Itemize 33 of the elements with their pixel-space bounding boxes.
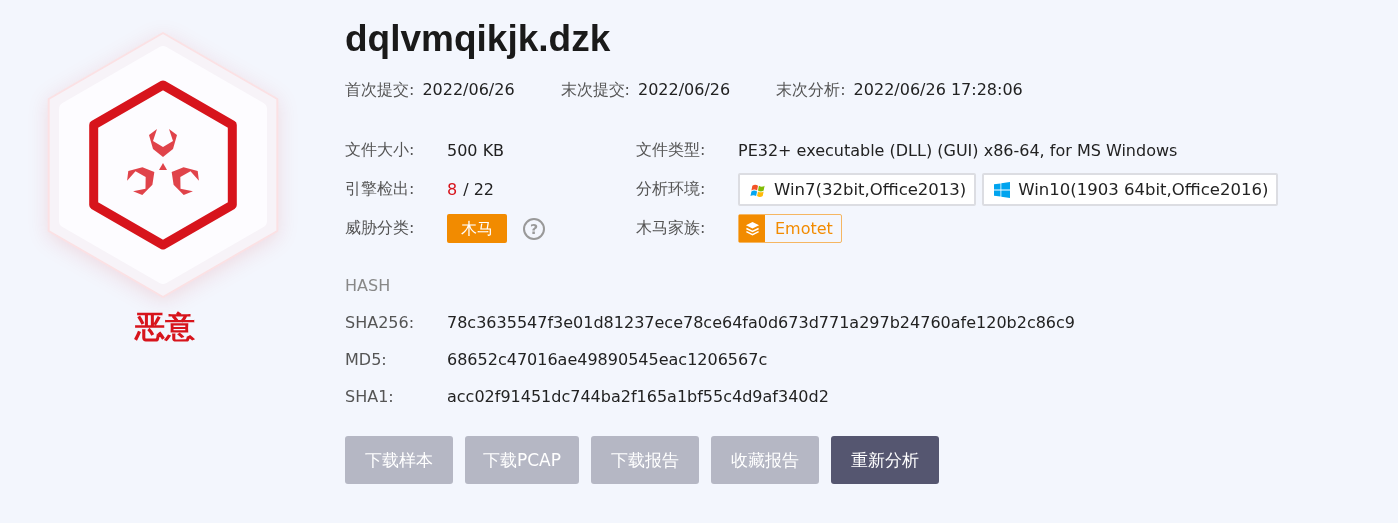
environment-tag: Win7(32bit,Office2013): [738, 173, 977, 206]
file-name: dqlvmqikjk.dzk: [345, 18, 612, 60]
field-label: 首次提交:: [345, 80, 415, 101]
field-label: 分析环境:: [636, 179, 707, 200]
hash-value: acc02f91451dc744ba2f165a1bf55c4d9af340d2: [447, 387, 829, 406]
field-label: 木马家族:: [636, 218, 707, 239]
field-label: 末次分析:: [776, 80, 846, 101]
windows-logo-icon: [994, 181, 1011, 198]
hash-value: 68652c47016ae49890545eac1206567c: [447, 350, 768, 369]
field-label: SHA1:: [345, 387, 395, 406]
environment-tag: Win10(1903 64bit,Office2016): [982, 173, 1279, 206]
field-value: 2022/06/26 17:28:06: [853, 80, 1023, 101]
family-tag[interactable]: Emotet: [738, 214, 842, 243]
field-value: 2022/06/26: [422, 80, 515, 101]
field-label: 文件大小:: [345, 140, 416, 161]
field-label: 引擎检出:: [345, 179, 416, 200]
hash-value: 78c3635547f3e01d81237ece78ce64fa0d673d771a297b24760afe120b2c86c9: [447, 313, 1076, 332]
field-value: PE32+ executable (DLL) (GUI) x86-64, for MS Windows: [738, 141, 1178, 160]
action-button[interactable]: 重新分析: [831, 436, 939, 484]
field-label: MD5:: [345, 350, 388, 369]
layers-icon: [744, 221, 760, 236]
field-value: 500 KB: [447, 141, 505, 160]
field-value: 2022/06/26: [638, 80, 731, 101]
field-label: 威胁分类:: [345, 218, 416, 239]
field-label: 末次提交:: [560, 80, 630, 101]
field-label: 文件类型:: [636, 140, 707, 161]
help-icon[interactable]: ?: [523, 217, 545, 240]
field-label: SHA256:: [345, 313, 416, 332]
section-heading: HASH: [345, 276, 392, 295]
verdict-label: 恶意: [135, 308, 195, 346]
threat-tag: 木马: [447, 214, 507, 243]
detection-count: 8: [447, 180, 458, 199]
detection-total: / 22: [463, 180, 495, 199]
